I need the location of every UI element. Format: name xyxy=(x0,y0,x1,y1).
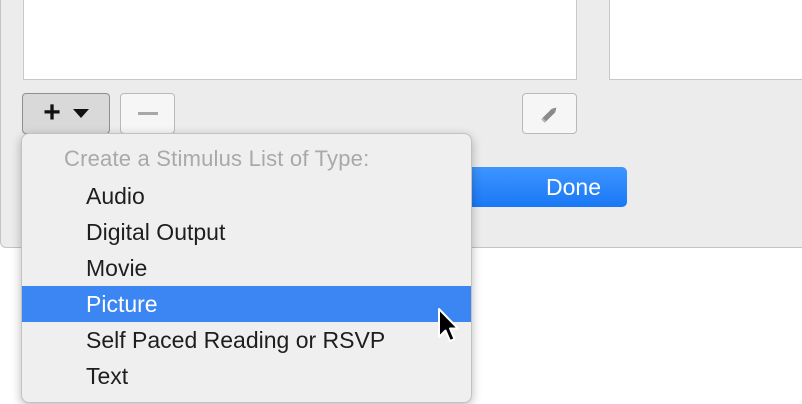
menu-item-audio[interactable]: Audio xyxy=(22,178,471,214)
edit-list-button[interactable] xyxy=(522,93,577,134)
add-list-button[interactable]: + xyxy=(22,93,110,134)
minus-icon xyxy=(137,112,158,115)
menu-item-digital-output[interactable]: Digital Output xyxy=(22,214,471,250)
stimulus-type-menu: Create a Stimulus List of Type: Audio Di… xyxy=(21,133,472,403)
menu-header: Create a Stimulus List of Type: xyxy=(64,146,370,171)
menu-item-text[interactable]: Text xyxy=(22,358,471,394)
menu-item-self-paced-reading[interactable]: Self Paced Reading or RSVP xyxy=(22,322,471,358)
menu-item-movie[interactable]: Movie xyxy=(22,250,471,286)
mouse-cursor-icon xyxy=(438,308,459,342)
plus-icon: + xyxy=(43,95,61,129)
detail-list-table[interactable] xyxy=(609,0,802,80)
chevron-down-icon xyxy=(72,109,89,118)
done-button[interactable]: Done xyxy=(460,167,627,207)
stimulus-list-table[interactable] xyxy=(23,0,577,80)
pencil-icon xyxy=(540,107,556,123)
menu-item-picture[interactable]: Picture xyxy=(22,286,471,322)
remove-list-button[interactable] xyxy=(120,93,175,134)
